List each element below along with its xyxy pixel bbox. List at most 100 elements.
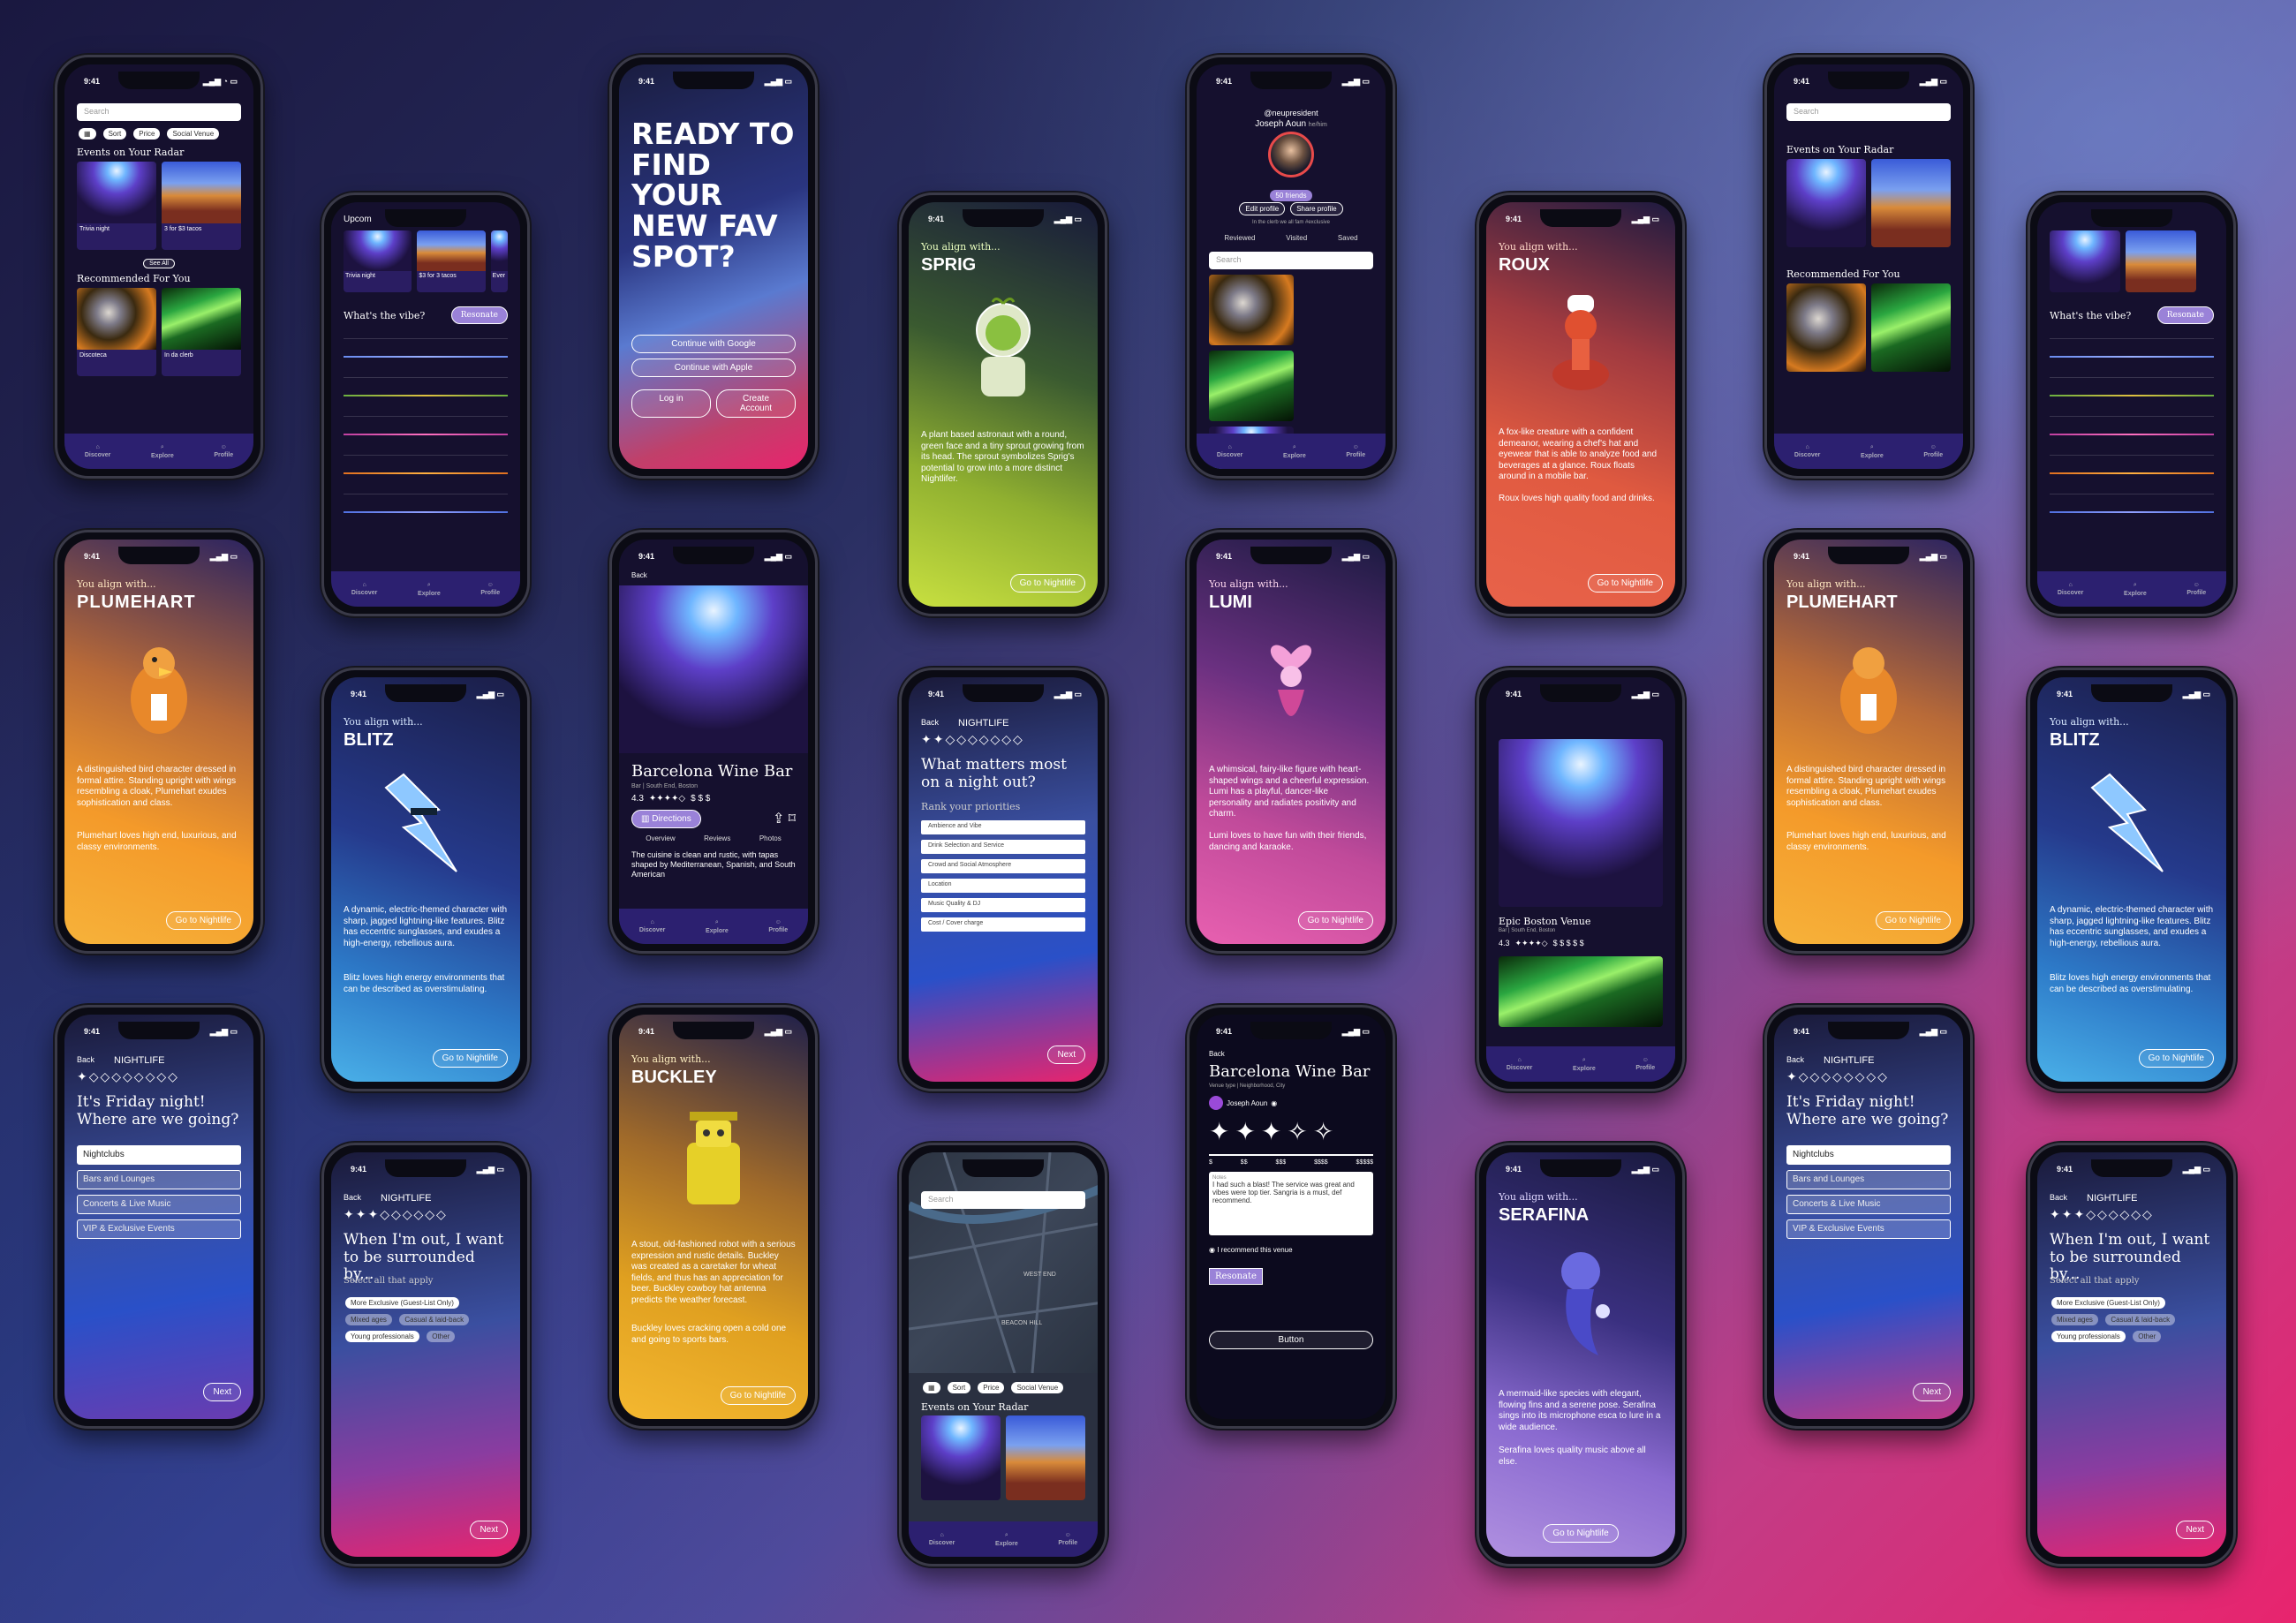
continue-apple-button[interactable]: Continue with Apple	[631, 359, 796, 377]
go-nightlife-button[interactable]: Go to Nightlife	[1009, 574, 1085, 593]
nav-profile[interactable]: ☺ Profile	[768, 919, 788, 933]
nav-discover[interactable]: ⌂ Discover	[1507, 1057, 1533, 1071]
back-link[interactable]: Back	[631, 571, 796, 579]
resonate-button[interactable]: Resonate	[1209, 1268, 1263, 1285]
chip-young-professionals[interactable]: Young professionals	[345, 1331, 419, 1342]
star-rating[interactable]: ✦✦✦✧✧	[1209, 1117, 1373, 1146]
event-card[interactable]	[1786, 159, 1866, 247]
go-nightlife-button[interactable]: Go to Nightlife	[1543, 1524, 1619, 1543]
tab-reviewed[interactable]: Reviewed	[1224, 234, 1255, 242]
event-card[interactable]	[2050, 230, 2120, 292]
venue-card[interactable]: Discoteca	[77, 288, 156, 376]
nav-discover[interactable]: ⌂ Discover	[639, 919, 666, 933]
event-card[interactable]: 3 for $3 tacos	[162, 162, 241, 250]
search-input[interactable]: Search	[1209, 252, 1373, 269]
option-vip[interactable]: VIP & Exclusive Events	[1786, 1219, 1951, 1239]
back-link[interactable]: Back	[921, 718, 939, 728]
nav-profile[interactable]: ☺ Profile	[480, 582, 500, 596]
next-button[interactable]: Next	[1913, 1383, 1951, 1401]
nav-profile[interactable]: ☺ Profile	[214, 444, 233, 458]
share-icon[interactable]: ⇪ ⌑	[773, 810, 796, 828]
priority-item[interactable]: Drink Selection and Service	[921, 840, 1085, 854]
priority-item[interactable]: Crowd and Social Atmosphere	[921, 859, 1085, 873]
nav-discover[interactable]: ⌂ Discover	[1794, 444, 1821, 458]
event-card[interactable]: Ever	[490, 230, 508, 292]
resonate-button[interactable]: Resonate	[450, 306, 508, 324]
option-nightclubs[interactable]: Nightclubs	[1786, 1145, 1951, 1165]
back-link[interactable]: Back	[77, 1055, 94, 1066]
price-filter[interactable]: Price	[133, 128, 161, 140]
chip-other[interactable]: Other	[2133, 1331, 2162, 1342]
social-filter[interactable]: Social Venue	[1011, 1382, 1064, 1393]
edit-profile-button[interactable]: Edit profile	[1239, 202, 1286, 215]
price-slider[interactable]	[1209, 1154, 1373, 1156]
priority-item[interactable]: Ambience and Vibe	[921, 820, 1085, 834]
search-input[interactable]: Search	[77, 103, 241, 121]
filter-icon[interactable]: ▦	[79, 128, 96, 140]
nav-explore[interactable]: ⌕ Explore	[1283, 444, 1306, 459]
nav-profile[interactable]: ☺ Profile	[1923, 444, 1943, 458]
sort-filter[interactable]: Sort	[947, 1382, 971, 1393]
social-filter[interactable]: Social Venue	[167, 128, 220, 140]
nav-explore[interactable]: ⌕ Explore	[995, 1532, 1018, 1547]
go-nightlife-button[interactable]: Go to Nightlife	[165, 911, 241, 930]
option-vip[interactable]: VIP & Exclusive Events	[77, 1219, 241, 1239]
event-card[interactable]	[921, 1415, 1001, 1500]
option-bars[interactable]: Bars and Lounges	[1786, 1170, 1951, 1189]
venue-card[interactable]	[1871, 283, 1951, 372]
venue-card[interactable]	[1209, 351, 1294, 421]
nav-profile[interactable]: ☺ Profile	[1635, 1057, 1655, 1071]
tab-overview[interactable]: Overview	[646, 834, 675, 842]
priority-item[interactable]: Location	[921, 879, 1085, 893]
option-concerts[interactable]: Concerts & Live Music	[77, 1195, 241, 1214]
nav-explore[interactable]: ⌕ Explore	[706, 919, 729, 934]
venue-card[interactable]	[1209, 275, 1294, 345]
event-card[interactable]	[1871, 159, 1951, 247]
nav-explore[interactable]: ⌕ Explore	[2124, 582, 2147, 597]
chip-mixed-ages[interactable]: Mixed ages	[345, 1314, 392, 1325]
directions-button[interactable]: ▥ Directions	[631, 810, 701, 828]
option-bars[interactable]: Bars and Lounges	[77, 1170, 241, 1189]
chip-casual[interactable]: Casual & laid-back	[2105, 1314, 2176, 1325]
back-link[interactable]: Back	[1786, 1055, 1804, 1066]
search-input[interactable]: Search	[921, 1191, 1085, 1209]
create-account-button[interactable]: Create Account	[716, 389, 796, 418]
event-card[interactable]: $3 for 3 tacos	[417, 230, 486, 292]
back-link[interactable]: Back	[1209, 1050, 1373, 1058]
event-card[interactable]: Trivia night	[344, 230, 412, 292]
nav-discover[interactable]: ⌂ Discover	[2058, 582, 2084, 596]
venue-card[interactable]	[1786, 283, 1866, 372]
option-concerts[interactable]: Concerts & Live Music	[1786, 1195, 1951, 1214]
notes-textarea[interactable]: Notes I had such a blast! The service was…	[1209, 1172, 1373, 1235]
eye-icon[interactable]: ◉	[1271, 1099, 1277, 1107]
nav-profile[interactable]: ☺ Profile	[1058, 1532, 1077, 1546]
share-profile-button[interactable]: Share profile	[1290, 202, 1343, 215]
nav-explore[interactable]: ⌕ Explore	[1573, 1057, 1596, 1072]
nav-discover[interactable]: ⌂ Discover	[929, 1532, 955, 1546]
chip-mixed-ages[interactable]: Mixed ages	[2051, 1314, 2098, 1325]
price-filter[interactable]: Price	[978, 1382, 1005, 1393]
resonate-button[interactable]: Resonate	[2156, 306, 2214, 324]
nav-discover[interactable]: ⌂ Discover	[85, 444, 111, 458]
see-all-button[interactable]: See All	[143, 259, 175, 268]
go-nightlife-button[interactable]: Go to Nightlife	[1875, 911, 1951, 930]
next-button[interactable]: Next	[470, 1521, 508, 1539]
tab-visited[interactable]: Visited	[1286, 234, 1307, 242]
priority-item[interactable]: Cost / Cover charge	[921, 917, 1085, 932]
login-button[interactable]: Log in	[631, 389, 711, 418]
sort-filter[interactable]: Sort	[102, 128, 127, 140]
avatar[interactable]	[1268, 132, 1314, 177]
nav-explore[interactable]: ⌕ Explore	[418, 582, 441, 597]
go-nightlife-button[interactable]: Go to Nightlife	[2138, 1049, 2214, 1068]
next-button[interactable]: Next	[2176, 1521, 2214, 1539]
nav-profile[interactable]: ☺ Profile	[2186, 582, 2206, 596]
chip-exclusive[interactable]: More Exclusive (Guest-List Only)	[345, 1297, 459, 1309]
next-button[interactable]: Next	[203, 1383, 241, 1401]
continue-google-button[interactable]: Continue with Google	[631, 335, 796, 353]
filter-icon[interactable]: ▦	[923, 1382, 940, 1393]
priority-item[interactable]: Music Quality & DJ	[921, 898, 1085, 912]
chip-exclusive[interactable]: More Exclusive (Guest-List Only)	[2051, 1297, 2165, 1309]
chip-other[interactable]: Other	[427, 1331, 456, 1342]
chip-young-professionals[interactable]: Young professionals	[2051, 1331, 2126, 1342]
event-card[interactable]: Trivia night	[77, 162, 156, 250]
